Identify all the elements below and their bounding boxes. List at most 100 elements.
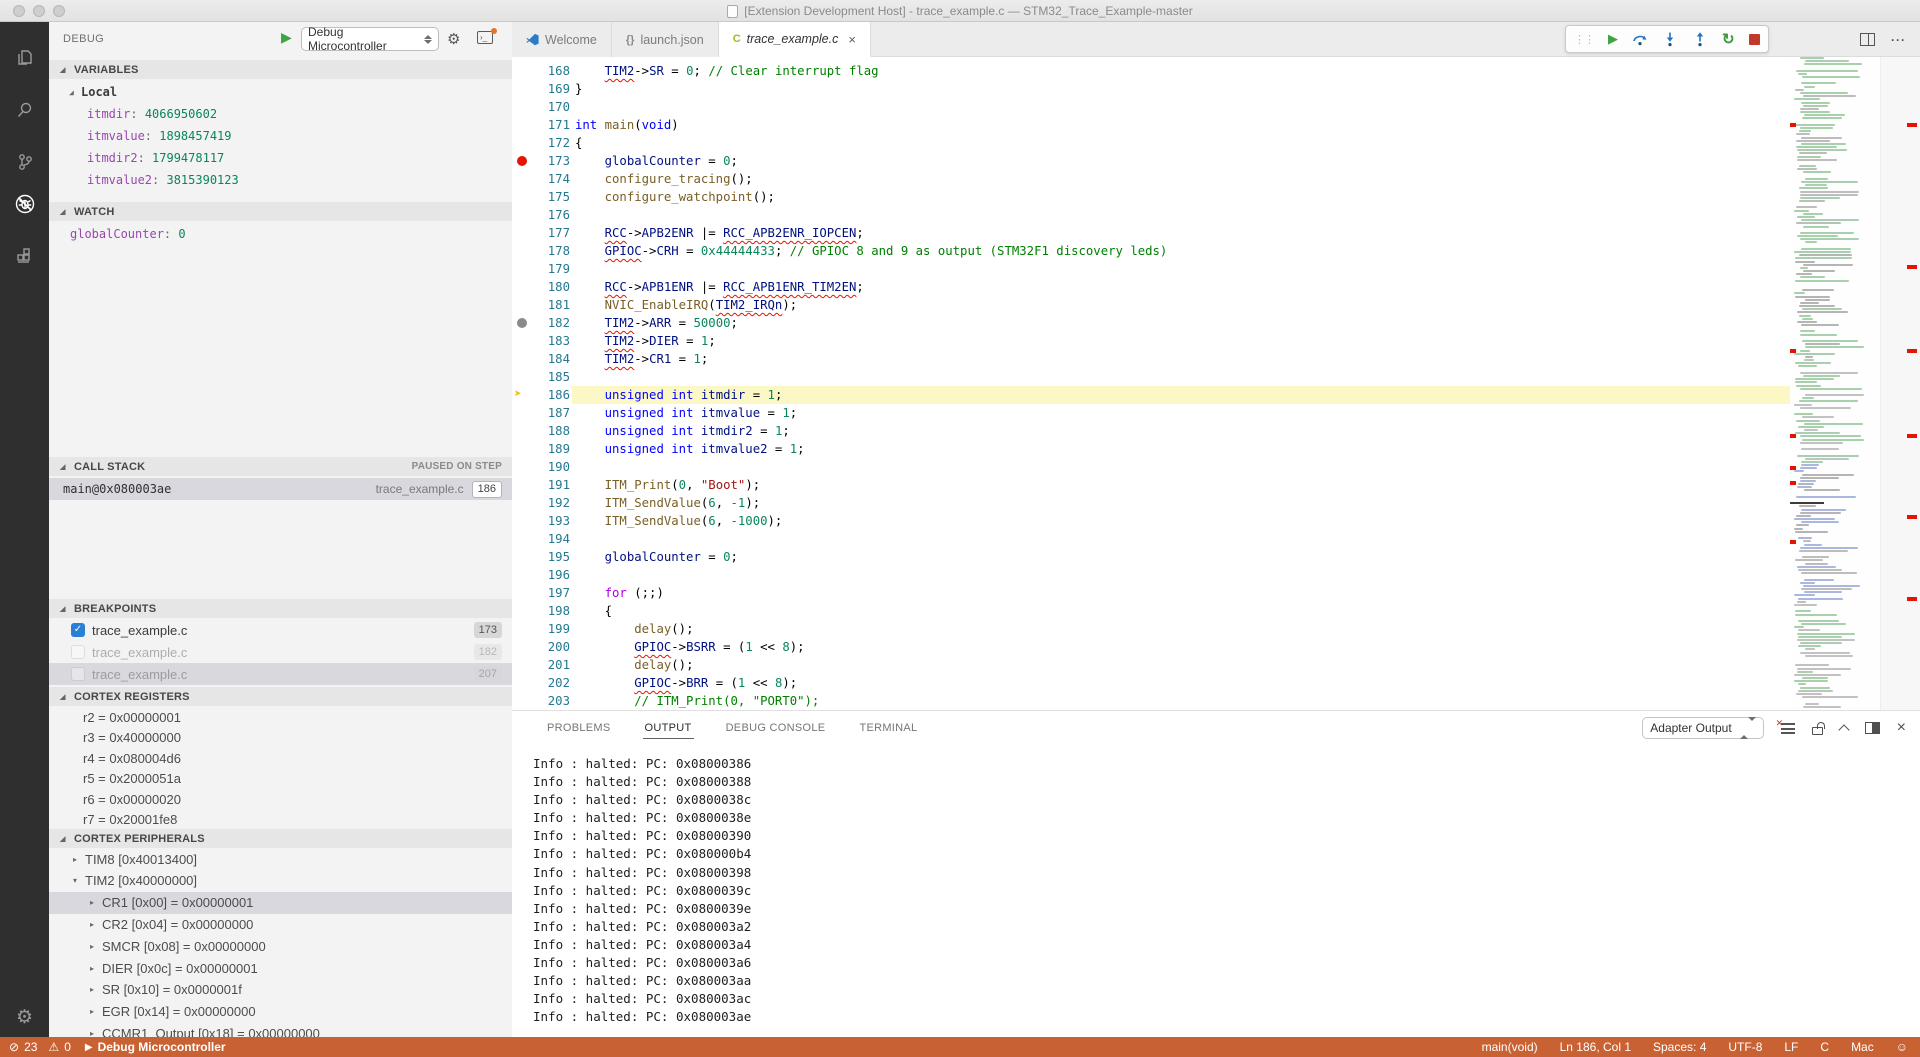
variables-section-header[interactable]: ◢VARIABLES: [49, 60, 512, 79]
register-row[interactable]: r7 = 0x20001fe8: [49, 809, 512, 831]
peripheral-row[interactable]: ▸CR1 [0x00] = 0x00000001: [49, 892, 512, 914]
json-icon: {}: [626, 34, 635, 46]
breakpoint-checkbox[interactable]: ✓: [71, 623, 85, 637]
unlock-scroll-icon[interactable]: [1812, 727, 1823, 735]
language-indicator[interactable]: C: [1820, 1040, 1829, 1054]
minimap-line: [1800, 111, 1830, 113]
minimap-line: [1797, 601, 1806, 603]
minimap-line: [1794, 292, 1805, 294]
minimap-cursor-mark: [1790, 502, 1824, 504]
register-row[interactable]: r6 = 0x00000020: [49, 788, 512, 810]
breakpoint-row[interactable]: trace_example.c 207: [49, 663, 512, 685]
call-stack-frame[interactable]: main@0x080003ae trace_example.c 186: [49, 478, 512, 500]
peripheral-row[interactable]: ▸DIER [0x0c] = 0x00000001: [49, 957, 512, 979]
minimap-line: [1800, 435, 1861, 437]
peripheral-row[interactable]: ▸SMCR [0x08] = 0x00000000: [49, 935, 512, 957]
configure-gear-icon[interactable]: ⚙: [447, 30, 460, 48]
peripheral-row[interactable]: ▸CCMR1_Output [0x18] = 0x00000000: [49, 1022, 512, 1037]
minimap-line: [1802, 289, 1834, 291]
debug-console-toggle-icon[interactable]: ›_: [477, 31, 493, 44]
maximize-panel-icon[interactable]: [1838, 724, 1849, 735]
start-debug-button[interactable]: ▶: [281, 29, 292, 46]
variable-row[interactable]: itmvalue2: 3815390123: [49, 169, 512, 191]
tab-launch-json[interactable]: {} launch.json: [612, 22, 719, 57]
variable-row[interactable]: itmvalue: 1898457419: [49, 125, 512, 147]
minimap-line: [1796, 70, 1858, 72]
breakpoint-checkbox[interactable]: [71, 645, 85, 659]
close-tab-icon[interactable]: ×: [848, 32, 856, 47]
panel-tab-output[interactable]: OUTPUT: [643, 718, 694, 739]
cursor-position[interactable]: Ln 186, Col 1: [1560, 1040, 1631, 1054]
breakpoint-dot[interactable]: [517, 318, 527, 328]
watch-row[interactable]: globalCounter: 0: [49, 223, 512, 245]
peripheral-row[interactable]: ▸EGR [0x14] = 0x00000000: [49, 1001, 512, 1023]
feedback-smiley-icon[interactable]: ☺: [1896, 1040, 1908, 1054]
output-line: Info : halted: PC: 0x080000b4: [533, 845, 751, 863]
line-number: 198: [532, 602, 570, 620]
settings-gear-icon[interactable]: ⚙: [0, 1006, 49, 1029]
explorer-icon[interactable]: [0, 36, 49, 80]
symbol-indicator[interactable]: main(void): [1482, 1040, 1538, 1054]
register-row[interactable]: r3 = 0x40000000: [49, 727, 512, 749]
register-row[interactable]: r4 = 0x080004d6: [49, 747, 512, 769]
source-control-icon[interactable]: [0, 140, 49, 184]
register-row[interactable]: r5 = 0x2000051a: [49, 768, 512, 790]
cortex-registers-section-header[interactable]: ◢CORTEX REGISTERS: [49, 687, 512, 706]
breakpoints-section-header[interactable]: ◢BREAKPOINTS: [49, 599, 512, 618]
minimap-line: [1799, 152, 1827, 154]
breakpoint-row[interactable]: trace_example.c 182: [49, 641, 512, 663]
step-over-button[interactable]: [1632, 31, 1648, 47]
tab-trace-example[interactable]: C trace_example.c ×: [719, 22, 871, 57]
variable-row[interactable]: itmdir2: 1799478117: [49, 147, 512, 169]
split-editor-icon[interactable]: [1860, 33, 1875, 46]
step-into-button[interactable]: [1662, 31, 1678, 47]
stop-button[interactable]: [1749, 34, 1760, 45]
peripheral-row[interactable]: ▸TIM8 [0x40013400]: [49, 848, 512, 870]
line-number: 190: [532, 458, 570, 476]
cortex-peripherals-section-header[interactable]: ◢CORTEX PERIPHERALS: [49, 829, 512, 848]
peripheral-row[interactable]: ▾TIM2 [0x40000000]: [49, 870, 512, 892]
panel-tab-debug-console[interactable]: DEBUG CONSOLE: [724, 718, 828, 738]
watch-section-header[interactable]: ◢WATCH: [49, 202, 512, 221]
step-out-button[interactable]: [1692, 31, 1708, 47]
tab-welcome[interactable]: Welcome: [512, 22, 612, 57]
debug-icon[interactable]: [0, 182, 49, 226]
breakpoint-row[interactable]: ✓ trace_example.c 173: [49, 619, 512, 641]
minimap-line: [1800, 350, 1810, 352]
continue-button[interactable]: ▶: [1608, 31, 1618, 47]
minimap-line: [1801, 82, 1836, 84]
debug-status[interactable]: ▶ Debug Microcontroller: [85, 1040, 226, 1054]
debug-config-dropdown[interactable]: Debug Microcontroller: [301, 27, 439, 51]
panel-tab-terminal[interactable]: TERMINAL: [857, 718, 919, 738]
breakpoint-checkbox[interactable]: [71, 667, 85, 681]
close-panel-icon[interactable]: ×: [1897, 719, 1906, 737]
code-editor[interactable]: 168 TIM2->SR = 0; // Clear interrupt fla…: [512, 57, 1920, 710]
toolbar-drag-handle[interactable]: ⋮⋮: [1574, 33, 1594, 46]
clear-output-icon[interactable]: [1781, 723, 1795, 734]
problems-status[interactable]: ⊘23 ⚠0: [9, 1040, 71, 1054]
register-row[interactable]: r2 = 0x00000001: [49, 706, 512, 728]
call-stack-section-header[interactable]: ◢CALL STACK PAUSED ON STEP: [49, 457, 512, 476]
keymap-indicator[interactable]: Mac: [1851, 1040, 1874, 1054]
panel-layout-icon[interactable]: [1865, 722, 1880, 734]
overview-ruler[interactable]: [1880, 57, 1920, 710]
indentation-indicator[interactable]: Spaces: 4: [1653, 1040, 1706, 1054]
search-icon[interactable]: [0, 88, 49, 132]
peripheral-row[interactable]: ▸CR2 [0x04] = 0x00000000: [49, 913, 512, 935]
more-actions-icon[interactable]: ···: [1891, 33, 1906, 47]
minimap-line: [1805, 299, 1830, 301]
variable-row[interactable]: itmdir: 4066950602: [49, 103, 512, 125]
panel-tab-problems[interactable]: PROBLEMS: [545, 718, 613, 738]
eol-indicator[interactable]: LF: [1784, 1040, 1798, 1054]
minimap[interactable]: [1790, 57, 1880, 710]
line-number: 172: [532, 134, 570, 152]
restart-button[interactable]: ↻: [1722, 30, 1735, 48]
breakpoint-dot[interactable]: [517, 156, 527, 166]
extensions-icon[interactable]: [0, 234, 49, 278]
variables-scope-row[interactable]: ◢Local: [49, 81, 512, 103]
output-channel-dropdown[interactable]: Adapter Output: [1642, 717, 1763, 739]
encoding-indicator[interactable]: UTF-8: [1728, 1040, 1762, 1054]
minimap-line: [1797, 455, 1859, 457]
minimap-line: [1797, 566, 1836, 568]
peripheral-row[interactable]: ▸SR [0x10] = 0x0000001f: [49, 979, 512, 1001]
